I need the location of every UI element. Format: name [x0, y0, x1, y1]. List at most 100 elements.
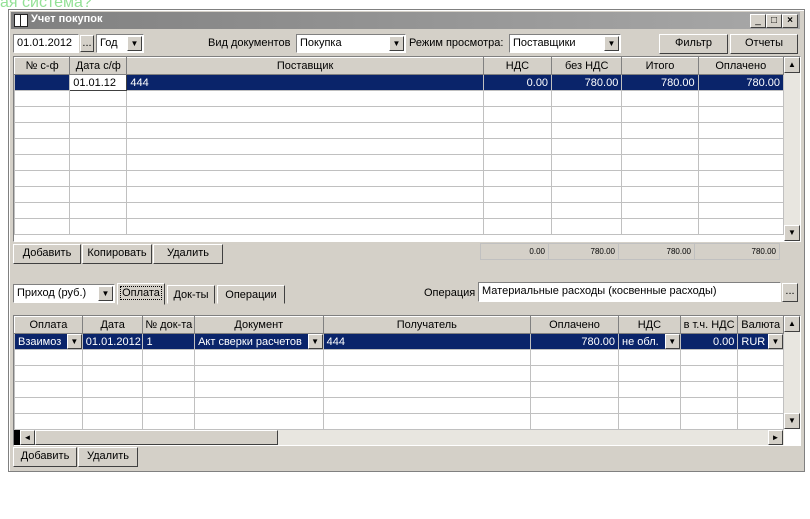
empty-cell[interactable] — [126, 186, 484, 203]
chevron-down-icon[interactable]: ▼ — [66, 334, 82, 349]
empty-cell[interactable] — [126, 202, 484, 219]
empty-cell[interactable] — [14, 397, 83, 414]
date-field[interactable]: 01.01.2012 — [13, 34, 79, 53]
cell-vat-type[interactable]: не обл. ▼ — [618, 333, 681, 350]
empty-cell[interactable] — [551, 186, 623, 203]
table-row[interactable]: Взаимоз ▼ 01.01.2012 1 Акт сверки расчето… — [14, 333, 784, 350]
filter-button[interactable]: Фильтр — [659, 34, 728, 54]
minimize-button[interactable]: _ — [750, 14, 766, 28]
delete-invoice-button[interactable]: Удалить — [153, 244, 223, 264]
scroll-down-icon[interactable]: ▼ — [784, 225, 800, 241]
empty-cell[interactable] — [69, 154, 128, 171]
empty-cell[interactable] — [551, 138, 623, 155]
empty-cell[interactable] — [697, 218, 785, 235]
col-no-vat[interactable]: без НДС — [551, 57, 623, 75]
cell-recipient[interactable]: 444 — [322, 333, 532, 350]
col-vat[interactable]: НДС — [482, 57, 553, 75]
empty-cell[interactable] — [679, 397, 739, 414]
empty-cell[interactable] — [322, 397, 532, 414]
maximize-button[interactable]: □ — [766, 14, 782, 28]
scroll-down-icon[interactable]: ▼ — [784, 413, 800, 429]
tab-documents[interactable]: Док-ты — [167, 285, 215, 304]
empty-cell[interactable] — [697, 154, 785, 171]
empty-cell[interactable] — [142, 365, 196, 382]
col-paid[interactable]: Оплачено — [697, 57, 785, 75]
empty-cell[interactable] — [697, 170, 785, 187]
empty-cell[interactable] — [737, 397, 784, 414]
empty-row[interactable] — [14, 381, 784, 398]
invoices-scrollbar[interactable]: ▲ ▼ — [784, 57, 800, 241]
empty-cell[interactable] — [14, 413, 83, 430]
col-document[interactable]: Документ — [194, 316, 324, 334]
empty-cell[interactable] — [69, 122, 128, 139]
col-date[interactable]: Дата — [81, 316, 144, 334]
empty-cell[interactable] — [621, 138, 699, 155]
empty-cell[interactable] — [69, 170, 128, 187]
col-doc-num[interactable]: № док-та — [142, 316, 196, 334]
empty-cell[interactable] — [194, 349, 324, 366]
empty-row[interactable] — [14, 349, 784, 366]
empty-cell[interactable] — [126, 154, 484, 171]
chevron-down-icon[interactable]: ▼ — [768, 334, 783, 349]
empty-cell[interactable] — [697, 90, 785, 107]
operation-picker-button[interactable]: ... — [782, 283, 798, 302]
tab-payment[interactable]: Оплата — [117, 283, 165, 305]
cell-paid[interactable]: 780.00 — [697, 74, 785, 91]
empty-cell[interactable] — [551, 106, 623, 123]
empty-cell[interactable] — [618, 413, 681, 430]
empty-cell[interactable] — [14, 170, 71, 187]
tab-operations[interactable]: Операции — [217, 285, 285, 304]
empty-cell[interactable] — [142, 381, 196, 398]
empty-cell[interactable] — [14, 381, 83, 398]
empty-cell[interactable] — [529, 397, 620, 414]
col-vat-type[interactable]: НДС — [618, 316, 681, 334]
table-row[interactable]: 01.01.12 444 0.00 780.00 780.00 780.00 — [14, 74, 785, 91]
chevron-down-icon[interactable]: ▼ — [664, 334, 680, 349]
empty-cell[interactable] — [482, 122, 553, 139]
empty-cell[interactable] — [529, 349, 620, 366]
empty-row[interactable] — [14, 186, 785, 203]
empty-cell[interactable] — [621, 170, 699, 187]
chevron-down-icon[interactable]: ▼ — [604, 36, 619, 51]
add-invoice-button[interactable]: Добавить — [13, 244, 81, 264]
hscroll-thumb[interactable] — [35, 430, 278, 445]
empty-row[interactable] — [14, 90, 785, 107]
col-incl-vat[interactable]: в т.ч. НДС — [679, 316, 739, 334]
empty-cell[interactable] — [81, 381, 144, 398]
payments-hscrollbar[interactable]: ◄ ► — [14, 430, 784, 445]
empty-cell[interactable] — [697, 202, 785, 219]
empty-cell[interactable] — [737, 381, 784, 398]
empty-cell[interactable] — [194, 413, 324, 430]
add-payment-button[interactable]: Добавить — [13, 447, 77, 467]
empty-cell[interactable] — [551, 202, 623, 219]
empty-cell[interactable] — [737, 365, 784, 382]
empty-cell[interactable] — [322, 381, 532, 398]
empty-cell[interactable] — [697, 106, 785, 123]
empty-cell[interactable] — [142, 413, 196, 430]
empty-cell[interactable] — [14, 122, 71, 139]
empty-cell[interactable] — [482, 186, 553, 203]
empty-cell[interactable] — [126, 106, 484, 123]
empty-row[interactable] — [14, 413, 784, 430]
scroll-up-icon[interactable]: ▲ — [784, 57, 800, 73]
chevron-down-icon[interactable]: ▼ — [389, 36, 404, 51]
empty-cell[interactable] — [142, 349, 196, 366]
empty-cell[interactable] — [14, 186, 71, 203]
empty-cell[interactable] — [482, 170, 553, 187]
empty-cell[interactable] — [551, 122, 623, 139]
empty-cell[interactable] — [69, 106, 128, 123]
chevron-down-icon[interactable]: ▼ — [98, 286, 113, 301]
empty-cell[interactable] — [482, 218, 553, 235]
empty-cell[interactable] — [679, 381, 739, 398]
empty-row[interactable] — [14, 170, 785, 187]
operation-field[interactable]: Материальные расходы (косвенные расходы) — [478, 282, 781, 302]
cell-incl-vat[interactable]: 0.00 — [679, 333, 739, 350]
empty-row[interactable] — [14, 154, 785, 171]
empty-cell[interactable] — [697, 186, 785, 203]
cell-date[interactable]: 01.01.2012 — [81, 333, 144, 350]
empty-row[interactable] — [14, 122, 785, 139]
empty-cell[interactable] — [529, 365, 620, 382]
empty-row[interactable] — [14, 397, 784, 414]
empty-cell[interactable] — [14, 202, 71, 219]
empty-cell[interactable] — [621, 122, 699, 139]
